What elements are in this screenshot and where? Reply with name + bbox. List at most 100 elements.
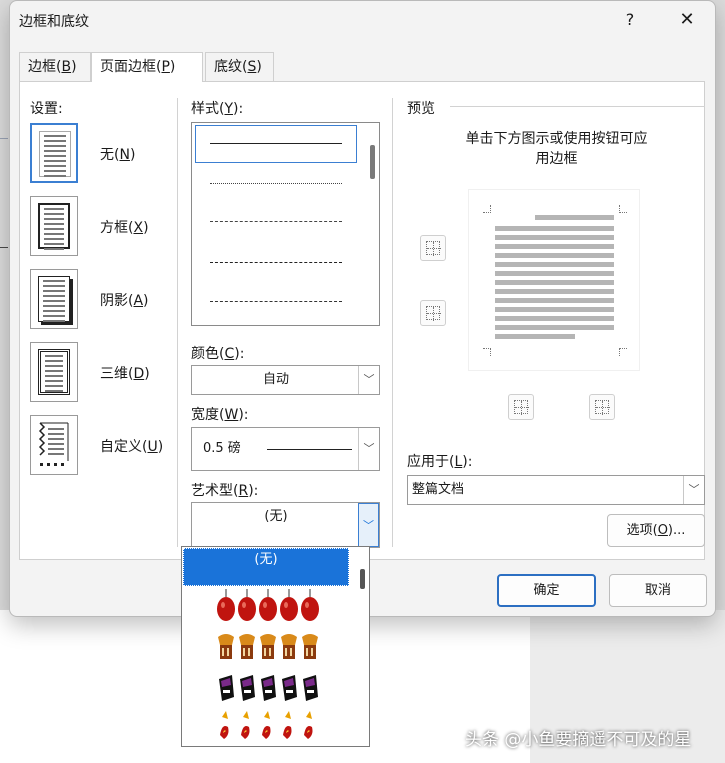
help-button[interactable]: ? <box>610 5 650 35</box>
bottom-border-icon <box>426 306 441 321</box>
line-style-list[interactable] <box>191 122 380 326</box>
access-key: O <box>657 523 668 538</box>
corner-mark <box>483 348 491 356</box>
chevron-down-icon[interactable]: ﹀ <box>358 503 379 547</box>
dialog-title: 边框和底纹 <box>19 14 89 30</box>
tab-shading[interactable]: 底纹(S) <box>205 52 274 81</box>
solid-line-option[interactable] <box>210 143 342 144</box>
art-border-list[interactable]: (无) <box>181 546 370 747</box>
access-key: C <box>224 346 235 362</box>
art-option-candy[interactable] <box>216 671 321 705</box>
label-end: ) <box>143 220 149 236</box>
bottom-border-button[interactable] <box>420 300 446 326</box>
flame-icon <box>216 709 236 743</box>
preview-text-line <box>495 334 575 339</box>
setting-none-label[interactable]: 无(N) <box>100 144 135 164</box>
options-button[interactable]: 选项(O)... <box>607 514 705 547</box>
access-key: X <box>133 220 144 236</box>
preview-text-line <box>495 235 614 240</box>
apple-icon <box>216 589 236 623</box>
label-text: 三维( <box>100 366 134 382</box>
width-dropdown[interactable]: 0.5 磅 ﹀ <box>191 427 380 471</box>
divider <box>177 98 178 547</box>
label-end: ) <box>144 366 150 382</box>
setting-none-thumbnail[interactable] <box>30 123 78 183</box>
art-option-none[interactable]: (无) <box>183 548 349 586</box>
color-dropdown[interactable]: 自动 ﹀ <box>191 365 380 395</box>
preview-text-line <box>495 262 614 267</box>
setting-box-label[interactable]: 方框(X) <box>100 217 149 237</box>
right-border-icon <box>595 400 610 415</box>
candy-icon <box>279 671 299 705</box>
style-list-scrollbar[interactable] <box>370 145 375 179</box>
art-dropdown[interactable]: (无) ﹀ <box>191 502 380 548</box>
color-value: 自动 <box>262 372 289 387</box>
preview-canvas[interactable] <box>468 189 640 371</box>
chevron-down-icon[interactable]: ﹀ <box>358 428 379 470</box>
apply-to-dropdown[interactable]: 整篇文档 ﹀ <box>407 475 705 505</box>
cancel-button[interactable]: 取消 <box>609 574 707 607</box>
dash-line-option[interactable] <box>210 262 342 263</box>
art-option-cakes[interactable] <box>216 631 321 665</box>
top-border-button[interactable] <box>420 235 446 261</box>
cake-icon <box>279 631 299 665</box>
access-key: Y <box>224 101 234 117</box>
custom-border-icon <box>38 422 69 466</box>
candy-icon <box>258 671 278 705</box>
page-border-panel: 设置: 无(N) 方框(X) 阴影(A) 三维(D) 自定义(U) 样式(Y):… <box>19 81 705 560</box>
label-end: ) <box>143 293 149 309</box>
label-end: ): <box>233 101 244 117</box>
preview-text-line <box>535 215 614 220</box>
style-label: 样式(Y): <box>191 98 243 118</box>
preview-text-line <box>495 226 614 231</box>
dotted-line-option[interactable] <box>210 183 342 184</box>
corner-mark <box>483 205 491 213</box>
setting-3d-thumbnail[interactable] <box>30 342 78 402</box>
cake-icon <box>216 631 236 665</box>
width-value: 0.5 磅 <box>203 441 241 456</box>
ok-button[interactable]: 确定 <box>497 574 596 607</box>
cake-icon <box>237 631 257 665</box>
short-dash-line-option[interactable] <box>210 221 342 222</box>
setting-box-thumbnail[interactable] <box>30 196 78 256</box>
dash-dot-line-option[interactable] <box>210 301 342 302</box>
access-key: B <box>61 59 72 75</box>
button-text: 选项( <box>626 523 658 538</box>
setting-3d-label[interactable]: 三维(D) <box>100 363 150 383</box>
preview-label: 预览 <box>407 101 435 117</box>
left-border-button[interactable] <box>508 394 534 420</box>
preview-text-line <box>495 289 614 294</box>
close-button[interactable]: ✕ <box>665 5 709 35</box>
tab-borders[interactable]: 边框(B) <box>19 52 91 81</box>
preview-text-line <box>495 316 614 321</box>
setting-custom-thumbnail[interactable] <box>30 415 78 475</box>
flame-icon <box>237 709 257 743</box>
background-ruler-mark <box>0 138 8 139</box>
art-option-apples[interactable] <box>216 589 321 623</box>
cake-icon <box>258 631 278 665</box>
chevron-down-icon[interactable]: ﹀ <box>358 366 379 394</box>
width-label: 宽度(W): <box>191 404 249 424</box>
preview-hint-line1: 单击下方图示或使用按钮可应 <box>465 131 648 147</box>
label-text: 宽度( <box>191 407 225 423</box>
background-ruler-mark <box>0 247 8 248</box>
tab-page-border[interactable]: 页面边框(P) <box>91 52 203 82</box>
right-border-button[interactable] <box>589 394 615 420</box>
tab-label: 边框( <box>28 59 62 75</box>
selected-line-style[interactable] <box>195 125 357 163</box>
chevron-down-icon[interactable]: ﹀ <box>683 476 704 504</box>
label-text: 样式( <box>191 101 225 117</box>
preview-text-line <box>495 307 614 312</box>
settings-label: 设置: <box>30 101 63 117</box>
setting-shadow-thumbnail[interactable] <box>30 269 78 329</box>
art-option-flames[interactable] <box>216 709 321 743</box>
label-text: 自定义( <box>100 439 148 455</box>
setting-shadow-label[interactable]: 阴影(A) <box>100 290 149 310</box>
setting-custom-label[interactable]: 自定义(U) <box>100 436 163 456</box>
access-key: W <box>224 407 239 423</box>
art-list-scrollbar[interactable] <box>360 569 365 589</box>
corner-mark <box>619 348 627 356</box>
candy-icon <box>237 671 257 705</box>
apple-icon <box>237 589 257 623</box>
title-bar[interactable]: 边框和底纹 ? ✕ <box>10 1 715 39</box>
